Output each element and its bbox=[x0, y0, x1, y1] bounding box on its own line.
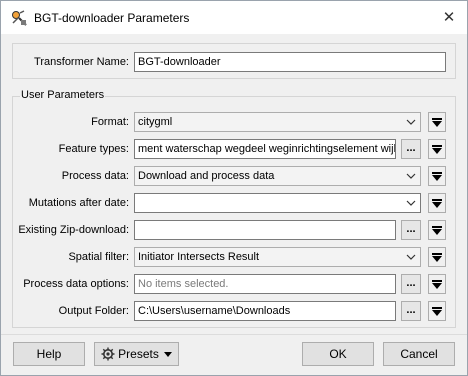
close-button[interactable]: ✕ bbox=[438, 7, 460, 29]
footer-separator bbox=[1, 334, 467, 335]
presets-label: Presets bbox=[118, 347, 159, 361]
chevron-down-icon bbox=[163, 351, 172, 357]
feature-types-browse-button[interactable]: ... bbox=[401, 139, 421, 159]
dropdown-menu-icon bbox=[432, 171, 442, 181]
mutations-after-date-input[interactable] bbox=[134, 193, 421, 213]
process-data-options-label: Process data options: bbox=[23, 278, 129, 290]
feature-types-label: Feature types: bbox=[58, 143, 129, 155]
dropdown-menu-icon bbox=[432, 225, 442, 235]
format-value: citygml bbox=[138, 116, 173, 128]
process-data-value: Download and process data bbox=[138, 170, 275, 182]
output-folder-menu-button[interactable] bbox=[428, 301, 446, 321]
mutations-after-date-menu-button[interactable] bbox=[428, 193, 446, 213]
process-data-options-browse-button[interactable]: ... bbox=[401, 274, 421, 294]
chevron-down-icon bbox=[404, 248, 418, 266]
spatial-filter-select[interactable]: Initiator Intersects Result bbox=[134, 247, 421, 267]
process-data-options-input[interactable]: No items selected. bbox=[134, 274, 396, 294]
close-icon: ✕ bbox=[442, 9, 456, 26]
format-menu-button[interactable] bbox=[428, 112, 446, 132]
help-button[interactable]: Help bbox=[13, 342, 85, 366]
user-parameters-title: User Parameters bbox=[20, 89, 106, 101]
feature-types-input[interactable]: ment waterschap wegdeel weginrichtingsel… bbox=[134, 139, 396, 159]
ok-button[interactable]: OK bbox=[302, 342, 374, 366]
fme-transformer-icon bbox=[12, 10, 27, 26]
title-bar: BGT-downloader Parameters ✕ bbox=[1, 1, 467, 34]
existing-zip-download-menu-button[interactable] bbox=[428, 220, 446, 240]
window-title: BGT-downloader Parameters bbox=[34, 11, 190, 25]
cancel-button[interactable]: Cancel bbox=[383, 342, 455, 366]
transformer-name-label: Transformer Name: bbox=[34, 56, 129, 68]
spatial-filter-value: Initiator Intersects Result bbox=[138, 251, 260, 263]
process-data-select[interactable]: Download and process data bbox=[134, 166, 421, 186]
process-data-menu-button[interactable] bbox=[428, 166, 446, 186]
dropdown-menu-icon bbox=[432, 117, 442, 127]
format-select[interactable]: citygml bbox=[134, 112, 421, 132]
mutations-after-date-label: Mutations after date: bbox=[28, 197, 129, 209]
existing-zip-download-browse-button[interactable]: ... bbox=[401, 220, 421, 240]
chevron-down-icon bbox=[404, 113, 418, 131]
dropdown-menu-icon bbox=[432, 279, 442, 289]
existing-zip-download-input[interactable] bbox=[134, 220, 396, 240]
dropdown-menu-icon bbox=[432, 306, 442, 316]
spatial-filter-label: Spatial filter: bbox=[68, 251, 129, 263]
existing-zip-download-label: Existing Zip-download: bbox=[18, 224, 129, 236]
process-data-label: Process data: bbox=[61, 170, 129, 182]
dropdown-menu-icon bbox=[432, 198, 442, 208]
feature-types-menu-button[interactable] bbox=[428, 139, 446, 159]
spatial-filter-menu-button[interactable] bbox=[428, 247, 446, 267]
transformer-name-input[interactable]: BGT-downloader bbox=[134, 52, 446, 72]
gear-icon bbox=[101, 347, 115, 361]
presets-button[interactable]: Presets bbox=[94, 342, 179, 366]
chevron-down-icon bbox=[404, 167, 418, 185]
output-folder-browse-button[interactable]: ... bbox=[401, 301, 421, 321]
parameters-dialog: BGT-downloader Parameters ✕ Transformer … bbox=[0, 0, 468, 376]
output-folder-input[interactable]: C:\Users\username\Downloads bbox=[134, 301, 396, 321]
process-data-options-menu-button[interactable] bbox=[428, 274, 446, 294]
dropdown-menu-icon bbox=[432, 144, 442, 154]
chevron-down-icon bbox=[404, 194, 418, 212]
format-label: Format: bbox=[91, 116, 129, 128]
dropdown-menu-icon bbox=[432, 252, 442, 262]
output-folder-label: Output Folder: bbox=[58, 305, 129, 317]
